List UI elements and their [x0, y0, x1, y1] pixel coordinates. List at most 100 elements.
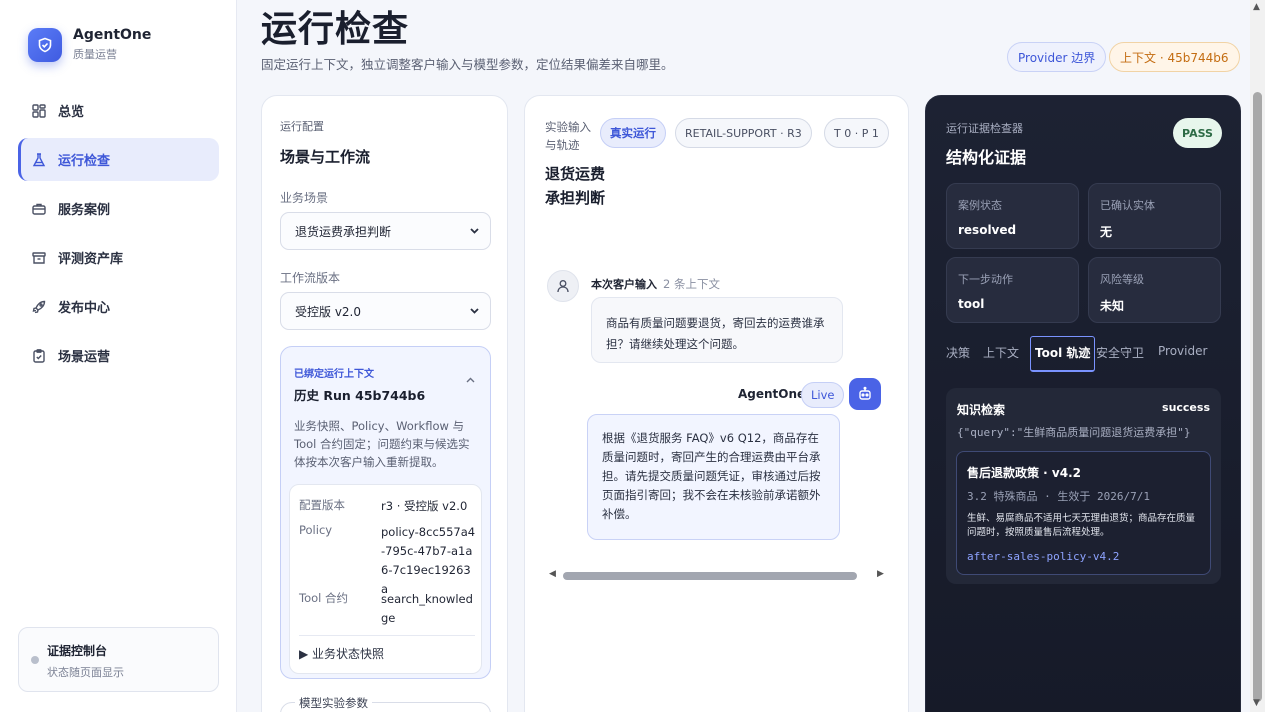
flask-icon [30, 151, 48, 169]
nav-item-service-cases[interactable]: 服务案例 [18, 187, 219, 230]
tile-key: 下一步动作 [958, 273, 1013, 286]
bound-details: 配置版本 r3 · 受控版 v2.0 Policy policy-8cc557a… [289, 484, 482, 674]
bot-icon [849, 378, 881, 410]
tile-key: 案例状态 [958, 199, 1002, 212]
model-params-fieldset[interactable]: 模型实验参数 [280, 695, 491, 712]
pass-badge: PASS [1173, 118, 1222, 148]
agent-message-bubble: 根据《退货服务 FAQ》v6 Q12，商品存在质量问题时，寄回产生的合理运费由平… [587, 414, 840, 540]
user-message-header: 本次客户输入 2 条上下文 [591, 276, 720, 292]
context-count: 2 条上下文 [663, 277, 720, 291]
archive-icon [30, 249, 48, 267]
kv-value: search_knowledge [381, 592, 473, 625]
page-subtitle: 固定运行上下文，独立调整客户输入与模型参数，定位结果偏差来自哪里。 [261, 57, 674, 72]
scenario-value: 退货运费承担判断 [295, 224, 392, 239]
tile-case-status: 案例状态 resolved [946, 183, 1079, 249]
tab-context[interactable]: 上下文 [983, 344, 1019, 361]
brand-name: AgentOne [73, 27, 152, 43]
experiment-card: 实验输入与轨迹 退货运费承担判断 真实运行 RETAIL-SUPPORT · R… [524, 95, 909, 712]
chevron-up-icon[interactable] [465, 375, 476, 389]
kv-key: 配置版本 [299, 498, 345, 512]
page-title: 运行检查 [261, 9, 410, 50]
scroll-up-icon[interactable]: ▲ [1253, 2, 1260, 12]
tile-next-action: 下一步动作 tool [946, 257, 1079, 323]
console-subtitle: 状态随页面显示 [47, 666, 124, 679]
experiment-eyebrow: 实验输入与轨迹 [545, 120, 591, 152]
scrollbar-thumb[interactable] [563, 572, 857, 580]
bound-description: 业务快照、Policy、Workflow 与 Tool 合约固定；问题约束与候选… [294, 419, 470, 469]
real-run-pill[interactable]: 真实运行 [600, 118, 666, 148]
tool-call-query: {"query":"生鲜商品质量问题退货运费承担"} [957, 426, 1191, 439]
workflow-label: 工作流版本 [280, 271, 341, 285]
kv-value: policy-8cc557a4-795c-47b7-a1a6-7c19ec192… [381, 525, 476, 596]
divider [299, 635, 475, 636]
nav-item-scenario-ops[interactable]: 场景运营 [18, 334, 219, 377]
evidence-title: 结构化证据 [946, 148, 1027, 167]
temperature-pill[interactable]: T 0 · P 1 [824, 118, 889, 148]
experiment-title: 退货运费承担判断 [545, 165, 606, 207]
bound-context-panel: 已绑定运行上下文 历史 Run 45b744b6 业务快照、Policy、Wor… [280, 346, 491, 679]
run-config-card: 运行配置 场景与工作流 业务场景 退货运费承担判断 工作流版本 受控版 v2.0… [261, 95, 508, 712]
config-eyebrow: 运行配置 [280, 120, 324, 133]
tile-value: 无 [1100, 225, 1113, 239]
result-id: after-sales-policy-v4.2 [967, 550, 1120, 563]
evidence-console[interactable]: 证据控制台 状态随页面显示 [18, 627, 219, 692]
tab-provider[interactable]: Provider [1158, 344, 1207, 358]
nav-item-label: 服务案例 [58, 203, 111, 218]
evidence-eyebrow: 运行证据检查器 [946, 122, 1023, 135]
live-badge: Live [801, 382, 845, 408]
evidence-inspector-card: 运行证据检查器 结构化证据 PASS 案例状态 resolved 已确认实体 无… [925, 95, 1241, 712]
result-title: 售后退款政策 · v4.2 [967, 466, 1081, 480]
workflow-select[interactable]: 受控版 v2.0 [280, 292, 491, 330]
tab-decision[interactable]: 决策 [946, 344, 970, 361]
workflow-value: 受控版 v2.0 [295, 304, 362, 319]
tool-call-title: 知识检索 [957, 403, 1006, 417]
tab-tool-trace[interactable]: Tool 轨迹 [1030, 336, 1096, 372]
brand[interactable]: AgentOne 质量运营 [28, 27, 151, 62]
context-chip[interactable]: 上下文 · 45b744b6 [1109, 42, 1240, 72]
result-description: 生鲜、易腐商品不适用七天无理由退货；商品存在质量问题时，按照质量售后流程处理。 [967, 513, 1196, 538]
tile-confirmed-entities: 已确认实体 无 [1088, 183, 1221, 249]
shield-icon [28, 27, 62, 62]
config-title: 场景与工作流 [280, 148, 371, 166]
horizontal-scrollbar[interactable]: ◀ ▶ [549, 569, 885, 581]
user-message-bubble: 商品有质量问题要退货，寄回去的运费谁承担？请继续处理这个问题。 [591, 297, 843, 363]
kv-value: r3 · 受控版 v2.0 [381, 499, 468, 513]
scrollbar-thumb[interactable] [1253, 92, 1262, 702]
scroll-right-icon[interactable]: ▶ [877, 569, 884, 579]
nav-item-label: 运行检查 [58, 154, 111, 169]
nav-item-run-check[interactable]: 运行检查 [18, 138, 219, 181]
nav-item-overview[interactable]: 总览 [18, 89, 219, 132]
status-dot [31, 656, 39, 664]
brand-subtitle: 质量运营 [73, 48, 117, 61]
tile-risk-level: 风险等级 未知 [1088, 257, 1221, 323]
sidebar: AgentOne 质量运营 总览 运行检查 服务案例 评测资产库 发布中心 场景… [0, 0, 237, 712]
nav-item-label: 发布中心 [58, 301, 111, 316]
user-icon [547, 270, 579, 302]
user-message-title: 本次客户输入 [591, 278, 657, 291]
scenario-code-pill[interactable]: RETAIL-SUPPORT · R3 [675, 118, 812, 148]
nav-item-label: 评测资产库 [58, 252, 124, 267]
chevron-down-icon [469, 225, 480, 239]
model-params-label: 模型实验参数 [295, 695, 372, 711]
kv-key: Tool 合约 [299, 591, 348, 605]
provider-boundary-chip[interactable]: Provider 边界 [1007, 42, 1107, 72]
scroll-down-icon[interactable]: ▼ [1253, 698, 1260, 708]
tool-trace-panel: 知识检索 success {"query":"生鲜商品质量问题退货运费承担"} … [946, 388, 1221, 584]
nav-item-release-center[interactable]: 发布中心 [18, 285, 219, 328]
bound-run-title: 历史 Run 45b744b6 [294, 388, 426, 403]
chevron-down-icon [469, 305, 480, 319]
scenario-select[interactable]: 退货运费承担判断 [280, 212, 491, 250]
console-title: 证据控制台 [47, 644, 108, 658]
result-meta: 3.2 特殊商品 · 生效于 2026/7/1 [967, 490, 1150, 503]
tile-value: resolved [958, 223, 1017, 237]
retrieval-result-card[interactable]: 售后退款政策 · v4.2 3.2 特殊商品 · 生效于 2026/7/1 生鲜… [956, 451, 1211, 575]
nav-item-eval-assets[interactable]: 评测资产库 [18, 236, 219, 279]
nav-item-label: 总览 [58, 105, 85, 120]
scroll-left-icon[interactable]: ◀ [549, 569, 556, 579]
tab-safety-guard[interactable]: 安全守卫 [1096, 344, 1144, 361]
kv-key: Policy [299, 523, 333, 537]
page-scrollbar[interactable]: ▲ ▼ [1250, 0, 1265, 712]
tile-key: 已确认实体 [1100, 199, 1155, 212]
business-snapshot-toggle[interactable]: ▶ 业务状态快照 [299, 645, 384, 662]
agent-name: AgentOne [738, 387, 806, 401]
